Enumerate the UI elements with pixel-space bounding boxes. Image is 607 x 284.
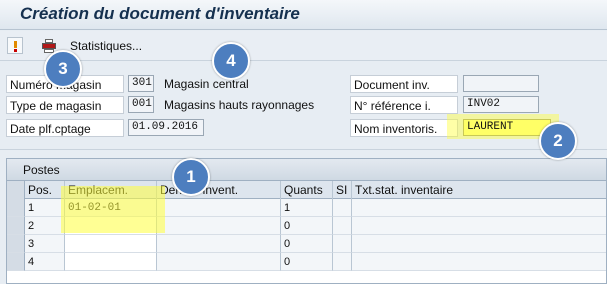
- callout-badge-1: 1: [172, 158, 210, 196]
- statistics-button[interactable]: Statistiques...: [70, 39, 142, 53]
- cell-pos: 3: [25, 235, 65, 253]
- cell-dernier-invent: [157, 253, 281, 271]
- cell-emplacement[interactable]: [65, 217, 157, 235]
- no-reference-label: N° référence i.: [350, 96, 458, 114]
- page-title: Création du document d'inventaire: [20, 4, 300, 23]
- table-row[interactable]: 3 0: [7, 235, 606, 253]
- cell-emplacement[interactable]: [65, 235, 157, 253]
- type-magasin-desc: Magasins hauts rayonnages: [164, 98, 315, 112]
- cell-txt-stat: [352, 217, 606, 235]
- col-header-si[interactable]: SI: [333, 181, 352, 199]
- date-plf-field[interactable]: 01.09.2016: [128, 119, 204, 136]
- cell-si: [333, 235, 352, 253]
- table-title: Postes: [7, 159, 606, 181]
- row-selector[interactable]: [7, 217, 25, 235]
- type-magasin-field[interactable]: 001: [128, 96, 154, 113]
- cell-quants: 1: [281, 199, 333, 217]
- cell-quants: 0: [281, 217, 333, 235]
- table-row[interactable]: 2 0: [7, 217, 606, 235]
- callout-badge-2: 2: [539, 122, 577, 160]
- row-selector[interactable]: [7, 235, 25, 253]
- execute-icon[interactable]: [7, 37, 23, 54]
- section-divider: [0, 149, 607, 150]
- table-row[interactable]: 1 01-02-01 1: [7, 199, 606, 217]
- col-header-pos[interactable]: Pos.: [25, 181, 65, 199]
- cell-txt-stat: [352, 253, 606, 271]
- cell-si: [333, 253, 352, 271]
- cell-pos: 1: [25, 199, 65, 217]
- table-header-row: Pos. Emplacem. Dernier invent. Quants SI…: [7, 181, 606, 199]
- cell-emplacement[interactable]: [65, 253, 157, 271]
- cell-txt-stat: [352, 199, 606, 217]
- toolbar: Statistiques...: [0, 31, 607, 61]
- no-reference-field[interactable]: INV02: [463, 96, 539, 113]
- title-bar: Création du document d'inventaire: [0, 0, 607, 30]
- cell-pos: 2: [25, 217, 65, 235]
- row-selector[interactable]: [7, 253, 25, 271]
- date-plf-label: Date plf.cptage: [6, 119, 124, 137]
- nom-inventoris-label: Nom inventoris.: [350, 119, 458, 137]
- cell-txt-stat: [352, 235, 606, 253]
- table-row[interactable]: 4 0: [7, 253, 606, 271]
- type-magasin-label: Type de magasin: [6, 96, 124, 114]
- col-header-emplacement[interactable]: Emplacem.: [65, 181, 157, 199]
- cell-emplacement[interactable]: 01-02-01: [65, 199, 157, 217]
- row-selector[interactable]: [7, 199, 25, 217]
- document-inv-field[interactable]: [463, 75, 539, 92]
- cell-dernier-invent: [157, 199, 281, 217]
- callout-badge-3: 3: [44, 50, 82, 88]
- select-all-cell[interactable]: [7, 181, 25, 199]
- nom-inventoris-field[interactable]: LAURENT: [463, 119, 551, 136]
- postes-table: Postes Pos. Emplacem. Dernier invent. Qu…: [6, 158, 607, 284]
- cell-si: [333, 199, 352, 217]
- cell-quants: 0: [281, 253, 333, 271]
- cell-quants: 0: [281, 235, 333, 253]
- cell-si: [333, 217, 352, 235]
- col-header-txt-stat[interactable]: Txt.stat. inventaire: [352, 181, 606, 199]
- col-header-quants[interactable]: Quants: [281, 181, 333, 199]
- callout-badge-4: 4: [212, 42, 250, 80]
- cell-dernier-invent: [157, 235, 281, 253]
- cell-dernier-invent: [157, 217, 281, 235]
- cell-pos: 4: [25, 253, 65, 271]
- numero-magasin-field[interactable]: 301: [128, 75, 154, 92]
- document-inv-label: Document inv.: [350, 75, 458, 93]
